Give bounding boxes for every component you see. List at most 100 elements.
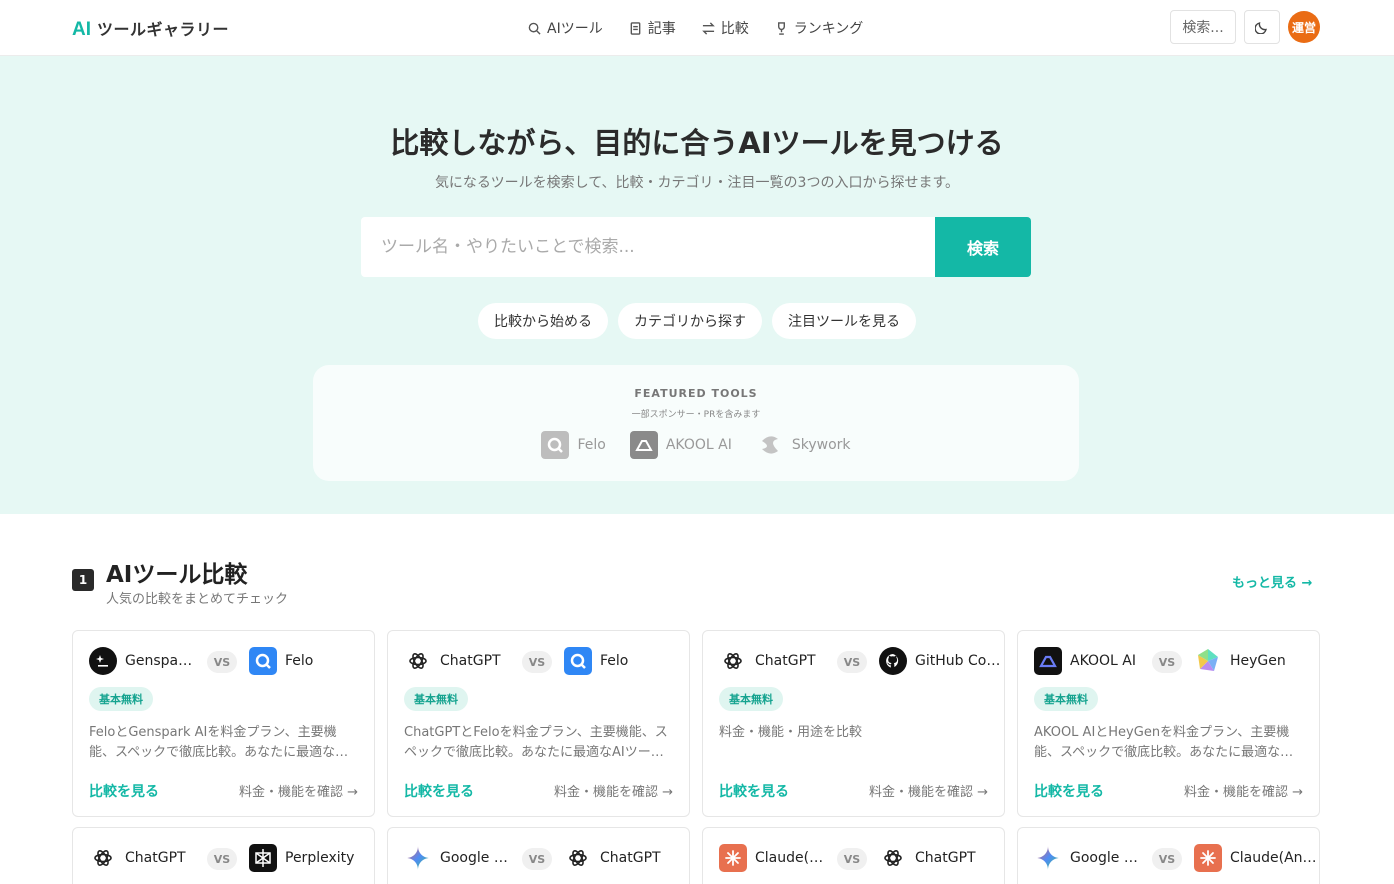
hero-search: 検索 [361,217,1031,277]
pricing-badge: 基本無料 [404,687,468,711]
hero-pills: 比較から始める カテゴリから探す 注目ツールを見る [0,303,1394,339]
nav-item-ranking[interactable]: ランキング [775,18,863,38]
comparison-card[interactable]: AKOOL AI VS HeyGen 基本無料 AKOOL AIとHeyGenを… [1017,630,1320,817]
view-comparison-link[interactable]: 比較を見る [1034,781,1104,801]
nav-label: 比較 [720,21,749,37]
logo-ai-mark: AI [72,19,91,40]
main-nav: AIツール 記事 比較 ランキング [528,18,863,38]
tool-b: HeyGen [1194,647,1286,675]
comparison-card[interactable]: ChatGPT VS Felo 基本無料 ChatGPTとFeloを料金プラン、… [387,630,690,817]
pill-featured-tools[interactable]: 注目ツールを見る [772,303,916,339]
hero-search-button[interactable]: 検索 [935,217,1031,277]
tool-name: Genspark AI [125,653,197,669]
claude-icon [719,844,747,872]
check-pricing-link[interactable]: 料金・機能を確認 → [1184,781,1303,800]
vs-badge: VS [837,651,867,673]
card-description: ChatGPTとFeloを料金プラン、主要機能、スペックで徹底比較。あなたに最適… [404,725,668,760]
tool-a: ChatGPT [719,647,816,675]
tool-b: ChatGPT [564,844,661,872]
heygen-icon [1194,647,1222,675]
vs-badge: VS [1152,651,1182,673]
card-description: FeloとGenspark AIを料金プラン、主要機能、スペックで徹底比較。あな… [89,725,349,760]
featured-tool-akool[interactable]: AKOOL AI [629,431,732,459]
card-description: 料金・機能・用途を比較 [719,725,863,740]
tool-a: ChatGPT [404,647,501,675]
tool-pair: Genspark AI VS Felo [89,647,359,677]
comparison-card[interactable]: Genspark AI VS Felo 基本無料 FeloとGenspark A… [72,630,375,817]
tool-name: ChatGPT [125,850,186,866]
chatgpt-icon [719,647,747,675]
hero-search-input[interactable] [361,217,935,277]
card-description: AKOOL AIとHeyGenを料金プラン、主要機能、スペックで徹底比較。あなた… [1034,725,1294,760]
nav-item-compare[interactable]: 比較 [701,18,749,38]
tool-name: Perplexity [285,850,355,866]
comparison-card[interactable]: Google Gemini VS ChatGPT [387,827,690,884]
featured-tools-panel: FEATURED TOOLS 一部スポンサー・PRを含みます Felo AKOO… [313,365,1079,481]
section-subtitle: 人気の比較をまとめてチェック [106,592,289,607]
featured-tool-name: Felo [577,437,606,453]
search-icon [528,22,541,35]
header-search-button[interactable]: 検索... [1170,10,1236,44]
comparison-card[interactable]: Claude(Anthropic) VS ChatGPT [702,827,1005,884]
check-pricing-link[interactable]: 料金・機能を確認 → [869,781,988,800]
featured-tool-skywork[interactable]: Skywork [756,431,851,459]
avatar[interactable]: 運営 [1288,11,1320,43]
vs-badge: VS [207,848,237,870]
tool-name: HeyGen [1230,653,1286,669]
see-more-link[interactable]: もっと見る → [1232,572,1312,591]
tool-name: Claude(Anthropic) [755,850,827,866]
tool-name: Google Gemini [1070,850,1142,866]
gemini-icon [1034,844,1062,872]
swap-icon [701,21,715,35]
nav-item-ai-tools[interactable]: AIツール [528,18,603,38]
section-title: AIツール比較 [106,562,248,588]
comparison-card[interactable]: ChatGPT VS GitHub Copilot 基本無料 料金・機能・用途を… [702,630,1005,817]
tool-name: AKOOL AI [1070,653,1136,669]
logo-text: ツールギャラリー [97,20,230,39]
vs-badge: VS [837,848,867,870]
nav-item-articles[interactable]: 記事 [629,18,676,38]
check-pricing-link[interactable]: 料金・機能を確認 → [554,781,673,800]
tool-b: Felo [249,647,313,675]
chatgpt-icon [564,844,592,872]
chatgpt-icon [89,844,117,872]
check-pricing-link[interactable]: 料金・機能を確認 → [239,781,358,800]
perplexity-icon [249,844,277,872]
view-comparison-link[interactable]: 比較を見る [89,781,159,801]
view-comparison-link[interactable]: 比較を見る [719,781,789,801]
theme-toggle-button[interactable] [1244,10,1280,44]
section-number: 1 [72,569,94,591]
tool-a: ChatGPT [89,844,186,872]
featured-tool-name: AKOOL AI [665,437,732,453]
chatgpt-icon [404,647,432,675]
comparison-card[interactable]: ChatGPT VS Perplexity [72,827,375,884]
hero-section: 比較しながら、目的に合うAIツールを見つける 気になるツールを検索して、比較・カ… [0,56,1394,514]
document-icon [630,21,641,35]
nav-label: AIツール [547,21,603,37]
vs-badge: VS [207,651,237,673]
tool-pair: AKOOL AI VS HeyGen [1034,647,1304,677]
tool-b: Claude(Anthropic) [1194,844,1318,872]
felo-icon [564,647,592,675]
featured-tool-felo[interactable]: Felo [541,431,606,459]
tool-pair: ChatGPT VS Felo [404,647,674,677]
site-logo[interactable]: AI ツールギャラリー [72,16,229,41]
hero-title: 比較しながら、目的に合うAIツールを見つける [390,126,1004,160]
featured-label: FEATURED TOOLS [634,387,758,400]
view-comparison-link[interactable]: 比較を見る [404,781,474,801]
pill-start-compare[interactable]: 比較から始める [478,303,608,339]
tool-name: ChatGPT [755,653,816,669]
tool-b: GitHub Copilot [879,647,1003,675]
pill-browse-category[interactable]: カテゴリから探す [618,303,762,339]
github-icon [879,647,907,675]
tool-b: Perplexity [249,844,354,872]
comparison-card[interactable]: Google Gemini VS Claude(Anthropic) [1017,827,1320,884]
tool-a: Genspark AI [89,647,197,675]
skywork-icon [756,431,784,459]
akool-icon [629,431,658,459]
pricing-badge: 基本無料 [1034,687,1098,711]
hero-subtitle: 気になるツールを検索して、比較・カテゴリ・注目一覧の3つの入口から探せます。 [434,175,960,191]
tool-name: Claude(Anthropic) [1230,850,1318,866]
gemini-icon [404,844,432,872]
tool-name: ChatGPT [915,850,976,866]
